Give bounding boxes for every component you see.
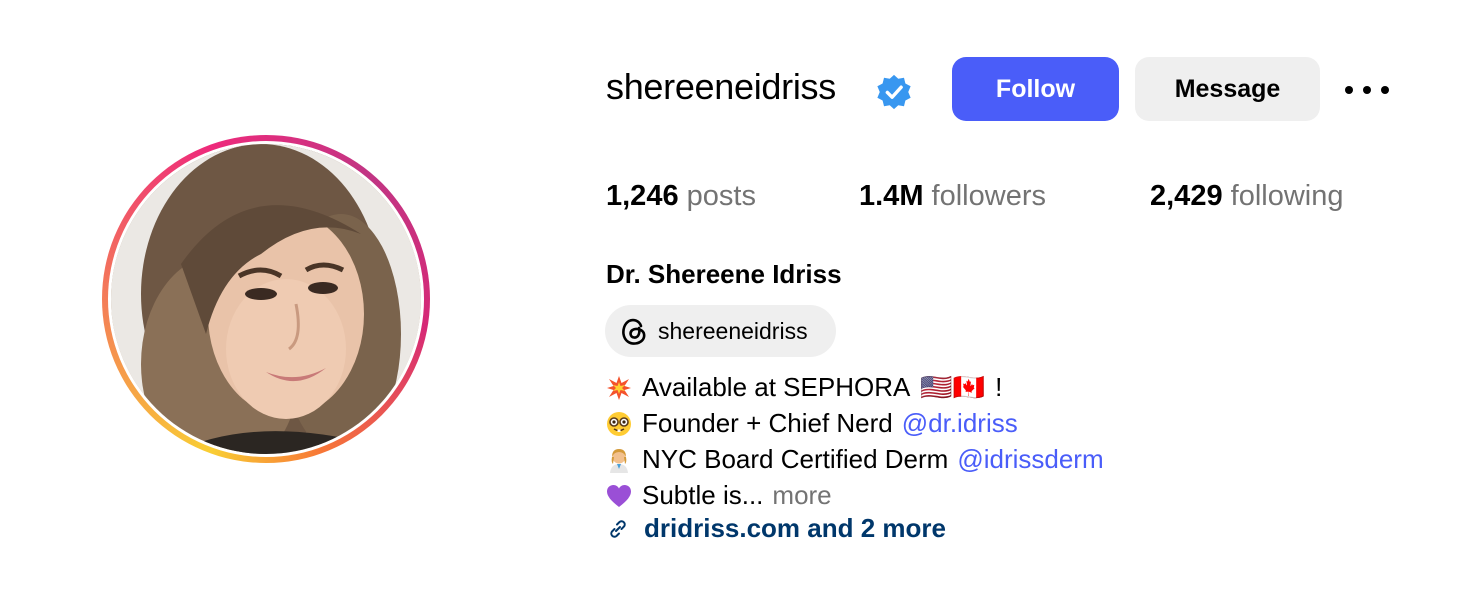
mention-link[interactable]: @idrissderm [957, 444, 1103, 475]
followers-stat[interactable]: 1.4M followers [859, 180, 1046, 213]
verified-badge-icon [877, 74, 911, 110]
bio-text: Founder + Chief Nerd [642, 408, 893, 438]
link-icon [610, 519, 626, 538]
followers-count: 1.4M [859, 180, 924, 212]
threads-link[interactable]: shereeneidriss [605, 305, 836, 357]
posts-label: posts [686, 180, 756, 212]
flag-emojis: 🇺🇸🇨🇦 [920, 372, 986, 402]
dot [1381, 86, 1389, 94]
purple-heart-emoji [607, 484, 631, 507]
bio-suffix: ! [995, 372, 1003, 402]
dot [1363, 86, 1371, 94]
health-worker-emoji [610, 448, 628, 473]
following-count: 2,429 [1150, 180, 1223, 212]
threads-handle: shereeneidriss [658, 317, 808, 344]
mention-link[interactable]: @dr.idriss [902, 408, 1018, 439]
bio-line-1: Available at SEPHORA 🇺🇸🇨🇦 ! [606, 372, 1002, 403]
posts-count: 1,246 [606, 180, 679, 212]
follow-button[interactable]: Follow [952, 57, 1119, 121]
bio-line-2: Founder + Chief Nerd @dr.idriss [606, 408, 1018, 439]
following-stat[interactable]: 2,429 following [1150, 180, 1343, 213]
bio-line-3: NYC Board Certified Derm @idrissderm [606, 444, 1104, 475]
followers-label: followers [931, 180, 1046, 212]
bio-text: Subtle is... [642, 480, 764, 510]
bio-more-link[interactable]: more [772, 480, 831, 511]
profile-avatar[interactable] [111, 144, 421, 454]
nerd-face-emoji [607, 411, 631, 436]
story-ring[interactable] [102, 135, 430, 463]
profile-full-name: Dr. Shereene Idriss [606, 259, 842, 289]
external-link[interactable]: dridriss.com and 2 more [606, 513, 946, 544]
avatar-image [111, 144, 421, 454]
profile-username: shereeneidriss [606, 66, 836, 107]
external-link-text: dridriss.com and 2 more [644, 513, 946, 543]
posts-stat: 1,246 posts [606, 180, 756, 213]
bio-line-4: Subtle is... more [606, 480, 832, 511]
message-button[interactable]: Message [1135, 57, 1320, 121]
threads-icon [622, 318, 646, 345]
dot [1345, 86, 1353, 94]
collision-emoji [607, 375, 631, 400]
following-label: following [1230, 180, 1344, 212]
more-options-icon[interactable] [1345, 82, 1389, 98]
bio-text: NYC Board Certified Derm [642, 444, 949, 474]
bio-text: Available at SEPHORA [642, 372, 911, 402]
